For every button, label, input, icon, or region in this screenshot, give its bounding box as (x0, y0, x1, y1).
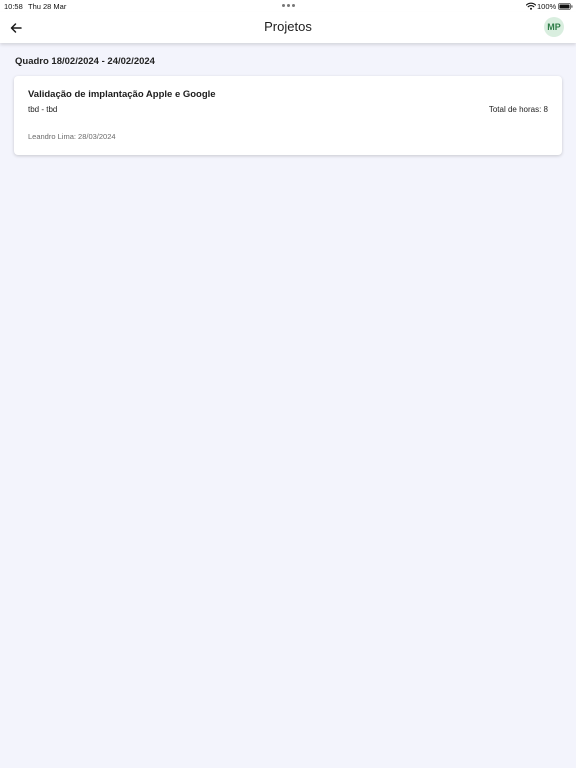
wifi-icon (526, 2, 536, 10)
status-time: 10:58 (4, 1, 23, 11)
status-date: Thu 28 Mar (28, 1, 67, 11)
app-bar: Projetos MP (0, 12, 576, 43)
project-dates: tbd - tbd (28, 105, 58, 114)
project-author: Leandro Lima: 28/03/2024 (28, 132, 116, 141)
battery-icon (558, 2, 573, 10)
user-avatar[interactable]: MP (544, 17, 564, 37)
project-card[interactable]: Validação de implantação Apple e Google … (14, 76, 562, 155)
project-name: Validação de implantação Apple e Google (28, 89, 216, 100)
multitasking-dots-icon[interactable] (282, 4, 295, 7)
battery-percentage: 100% (537, 1, 557, 11)
project-total-hours: Total de horas: 8 (488, 105, 548, 114)
page-title: Projetos (264, 19, 312, 34)
board-title: Quadro 18/02/2024 - 24/02/2024 (15, 56, 155, 67)
status-bar: 10:58 Thu 28 Mar 100% (0, 0, 576, 12)
